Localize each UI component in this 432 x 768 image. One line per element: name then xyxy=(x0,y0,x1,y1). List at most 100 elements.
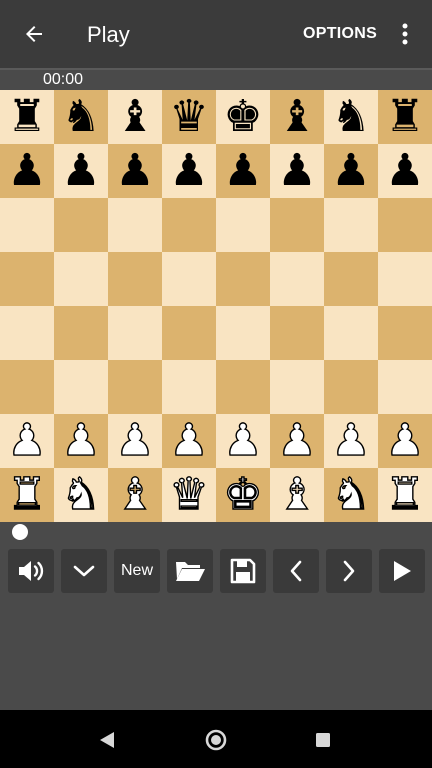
square-h8[interactable]: ♜ xyxy=(378,90,432,144)
square-f5[interactable] xyxy=(270,252,324,306)
square-g3[interactable] xyxy=(324,360,378,414)
white-queen-icon[interactable]: ♛ xyxy=(169,472,210,517)
white-pawn-icon[interactable]: ♟ xyxy=(61,418,102,463)
square-d4[interactable] xyxy=(162,306,216,360)
square-g7[interactable]: ♟ xyxy=(324,144,378,198)
square-h2[interactable]: ♟ xyxy=(378,414,432,468)
system-recents-button[interactable] xyxy=(309,726,337,754)
square-e1[interactable]: ♚ xyxy=(216,468,270,522)
black-knight-icon[interactable]: ♞ xyxy=(61,95,100,139)
square-a7[interactable]: ♟ xyxy=(0,144,54,198)
white-pawn-icon[interactable]: ♟ xyxy=(115,418,156,463)
black-queen-icon[interactable]: ♛ xyxy=(169,95,208,139)
play-button[interactable] xyxy=(379,549,425,593)
black-pawn-icon[interactable]: ♟ xyxy=(385,149,424,193)
system-home-button[interactable] xyxy=(202,726,230,754)
open-game-button[interactable] xyxy=(167,549,213,593)
square-c1[interactable]: ♝ xyxy=(108,468,162,522)
square-b5[interactable] xyxy=(54,252,108,306)
black-pawn-icon[interactable]: ♟ xyxy=(7,149,46,193)
square-a5[interactable] xyxy=(0,252,54,306)
expand-button[interactable] xyxy=(61,549,107,593)
square-b3[interactable] xyxy=(54,360,108,414)
square-c2[interactable]: ♟ xyxy=(108,414,162,468)
square-h4[interactable] xyxy=(378,306,432,360)
square-b2[interactable]: ♟ xyxy=(54,414,108,468)
white-pawn-icon[interactable]: ♟ xyxy=(277,418,318,463)
square-c8[interactable]: ♝ xyxy=(108,90,162,144)
black-pawn-icon[interactable]: ♟ xyxy=(277,149,316,193)
options-button[interactable]: OPTIONS xyxy=(303,25,377,43)
white-pawn-icon[interactable]: ♟ xyxy=(7,418,48,463)
square-c6[interactable] xyxy=(108,198,162,252)
square-e3[interactable] xyxy=(216,360,270,414)
square-g1[interactable]: ♞ xyxy=(324,468,378,522)
square-f7[interactable]: ♟ xyxy=(270,144,324,198)
save-game-button[interactable] xyxy=(220,549,266,593)
square-d2[interactable]: ♟ xyxy=(162,414,216,468)
square-d1[interactable]: ♛ xyxy=(162,468,216,522)
white-rook-icon[interactable]: ♜ xyxy=(7,472,48,517)
white-pawn-icon[interactable]: ♟ xyxy=(385,418,426,463)
square-h5[interactable] xyxy=(378,252,432,306)
black-knight-icon[interactable]: ♞ xyxy=(331,95,370,139)
square-f2[interactable]: ♟ xyxy=(270,414,324,468)
square-h7[interactable]: ♟ xyxy=(378,144,432,198)
white-knight-icon[interactable]: ♞ xyxy=(331,472,372,517)
black-king-icon[interactable]: ♚ xyxy=(223,95,262,139)
square-b8[interactable]: ♞ xyxy=(54,90,108,144)
square-e6[interactable] xyxy=(216,198,270,252)
square-f1[interactable]: ♝ xyxy=(270,468,324,522)
square-b6[interactable] xyxy=(54,198,108,252)
black-pawn-icon[interactable]: ♟ xyxy=(169,149,208,193)
square-c4[interactable] xyxy=(108,306,162,360)
black-rook-icon[interactable]: ♜ xyxy=(7,95,46,139)
chess-board[interactable]: ♜ ♞ ♝ ♛ ♚ ♝ ♞ ♜ ♟ ♟ ♟ ♟ ♟ ♟ ♟ ♟ ♟ ♟ ♟ ♟ ♟ ♟ ♟ ♟ ♜ ♞ ♝ ♛ ♚ ♝ ♞ ♜ xyxy=(0,90,432,522)
square-a8[interactable]: ♜ xyxy=(0,90,54,144)
square-d3[interactable] xyxy=(162,360,216,414)
square-f6[interactable] xyxy=(270,198,324,252)
square-e7[interactable]: ♟ xyxy=(216,144,270,198)
square-d5[interactable] xyxy=(162,252,216,306)
square-c5[interactable] xyxy=(108,252,162,306)
square-c7[interactable]: ♟ xyxy=(108,144,162,198)
square-a2[interactable]: ♟ xyxy=(0,414,54,468)
square-g8[interactable]: ♞ xyxy=(324,90,378,144)
black-pawn-icon[interactable]: ♟ xyxy=(331,149,370,193)
square-f8[interactable]: ♝ xyxy=(270,90,324,144)
square-g6[interactable] xyxy=(324,198,378,252)
system-back-button[interactable] xyxy=(93,726,121,754)
square-f3[interactable] xyxy=(270,360,324,414)
square-a4[interactable] xyxy=(0,306,54,360)
square-h1[interactable]: ♜ xyxy=(378,468,432,522)
white-rook-icon[interactable]: ♜ xyxy=(385,472,426,517)
white-pawn-icon[interactable]: ♟ xyxy=(331,418,372,463)
square-h3[interactable] xyxy=(378,360,432,414)
black-bishop-icon[interactable]: ♝ xyxy=(277,95,316,139)
square-b7[interactable]: ♟ xyxy=(54,144,108,198)
square-e8[interactable]: ♚ xyxy=(216,90,270,144)
square-a3[interactable] xyxy=(0,360,54,414)
sound-toggle-button[interactable] xyxy=(8,549,54,593)
black-pawn-icon[interactable]: ♟ xyxy=(115,149,154,193)
square-d7[interactable]: ♟ xyxy=(162,144,216,198)
square-h6[interactable] xyxy=(378,198,432,252)
square-f4[interactable] xyxy=(270,306,324,360)
square-g2[interactable]: ♟ xyxy=(324,414,378,468)
new-game-button[interactable]: New xyxy=(114,549,160,593)
square-e5[interactable] xyxy=(216,252,270,306)
white-pawn-icon[interactable]: ♟ xyxy=(223,418,264,463)
square-e4[interactable] xyxy=(216,306,270,360)
back-button[interactable] xyxy=(18,18,50,50)
square-g5[interactable] xyxy=(324,252,378,306)
square-d8[interactable]: ♛ xyxy=(162,90,216,144)
square-g4[interactable] xyxy=(324,306,378,360)
previous-move-button[interactable] xyxy=(273,549,319,593)
white-pawn-icon[interactable]: ♟ xyxy=(169,418,210,463)
black-bishop-icon[interactable]: ♝ xyxy=(115,95,154,139)
square-d6[interactable] xyxy=(162,198,216,252)
white-knight-icon[interactable]: ♞ xyxy=(61,472,102,517)
next-move-button[interactable] xyxy=(326,549,372,593)
white-bishop-icon[interactable]: ♝ xyxy=(277,472,318,517)
white-bishop-icon[interactable]: ♝ xyxy=(115,472,156,517)
